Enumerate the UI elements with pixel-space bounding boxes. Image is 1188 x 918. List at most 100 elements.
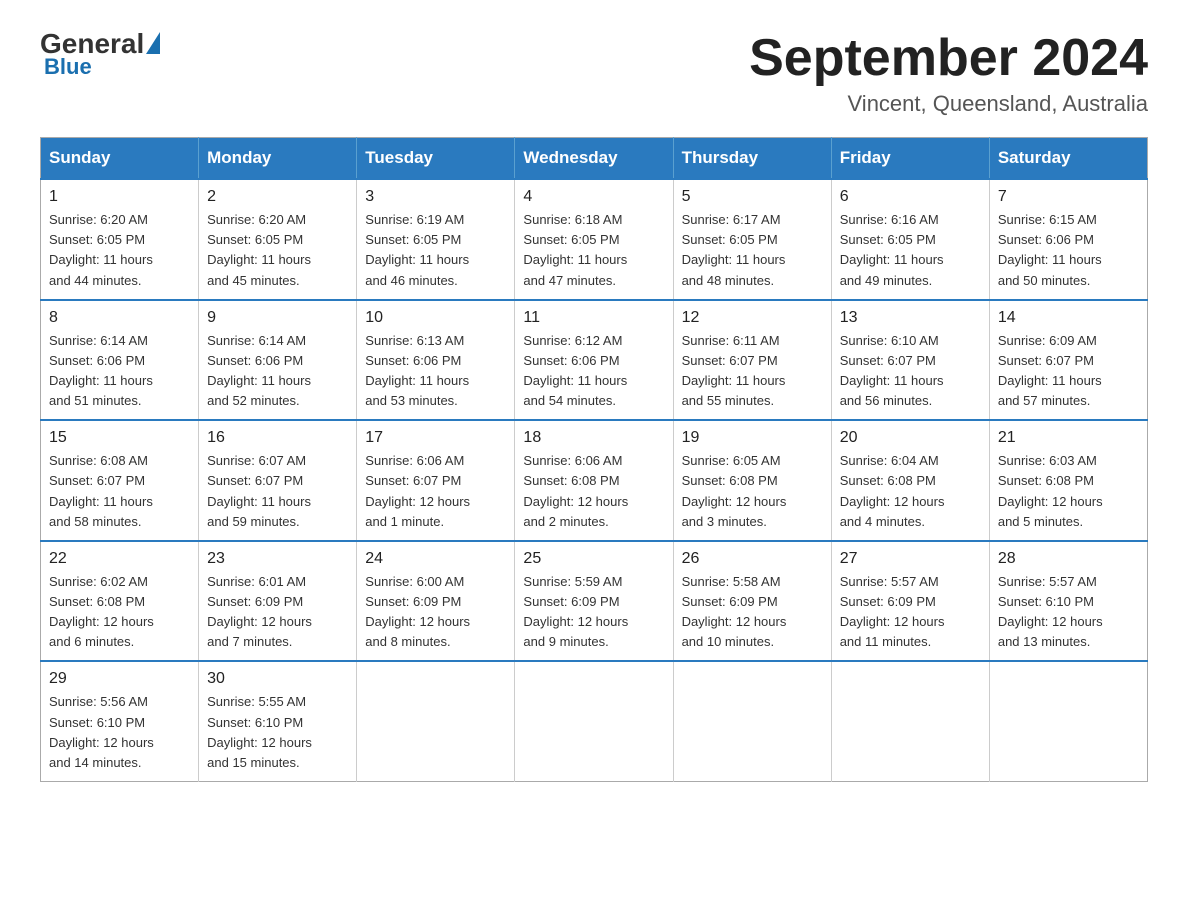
title-area: September 2024 Vincent, Queensland, Aust… — [749, 30, 1148, 117]
day-info: Sunrise: 6:16 AM Sunset: 6:05 PM Dayligh… — [840, 210, 981, 291]
day-info: Sunrise: 6:20 AM Sunset: 6:05 PM Dayligh… — [49, 210, 190, 291]
table-row: 30 Sunrise: 5:55 AM Sunset: 6:10 PM Dayl… — [199, 661, 357, 781]
table-row: 12 Sunrise: 6:11 AM Sunset: 6:07 PM Dayl… — [673, 300, 831, 421]
table-row: 2 Sunrise: 6:20 AM Sunset: 6:05 PM Dayli… — [199, 179, 357, 300]
calendar-row: 29 Sunrise: 5:56 AM Sunset: 6:10 PM Dayl… — [41, 661, 1148, 781]
table-row: 8 Sunrise: 6:14 AM Sunset: 6:06 PM Dayli… — [41, 300, 199, 421]
day-info: Sunrise: 6:15 AM Sunset: 6:06 PM Dayligh… — [998, 210, 1139, 291]
day-info: Sunrise: 6:13 AM Sunset: 6:06 PM Dayligh… — [365, 331, 506, 412]
day-info: Sunrise: 6:14 AM Sunset: 6:06 PM Dayligh… — [207, 331, 348, 412]
day-number: 28 — [998, 550, 1139, 568]
day-number: 12 — [682, 309, 823, 327]
table-row: 7 Sunrise: 6:15 AM Sunset: 6:06 PM Dayli… — [989, 179, 1147, 300]
table-row: 29 Sunrise: 5:56 AM Sunset: 6:10 PM Dayl… — [41, 661, 199, 781]
day-number: 18 — [523, 429, 664, 447]
day-info: Sunrise: 6:20 AM Sunset: 6:05 PM Dayligh… — [207, 210, 348, 291]
table-row: 20 Sunrise: 6:04 AM Sunset: 6:08 PM Dayl… — [831, 420, 989, 541]
table-row: 6 Sunrise: 6:16 AM Sunset: 6:05 PM Dayli… — [831, 179, 989, 300]
day-number: 5 — [682, 188, 823, 206]
table-row: 18 Sunrise: 6:06 AM Sunset: 6:08 PM Dayl… — [515, 420, 673, 541]
col-sunday: Sunday — [41, 138, 199, 180]
logo: General Blue — [40, 30, 162, 80]
table-row: 4 Sunrise: 6:18 AM Sunset: 6:05 PM Dayli… — [515, 179, 673, 300]
table-row: 24 Sunrise: 6:00 AM Sunset: 6:09 PM Dayl… — [357, 541, 515, 662]
col-saturday: Saturday — [989, 138, 1147, 180]
table-row: 16 Sunrise: 6:07 AM Sunset: 6:07 PM Dayl… — [199, 420, 357, 541]
calendar-title: September 2024 — [749, 30, 1148, 87]
table-row: 13 Sunrise: 6:10 AM Sunset: 6:07 PM Dayl… — [831, 300, 989, 421]
day-number: 14 — [998, 309, 1139, 327]
day-number: 2 — [207, 188, 348, 206]
table-row: 23 Sunrise: 6:01 AM Sunset: 6:09 PM Dayl… — [199, 541, 357, 662]
table-row: 25 Sunrise: 5:59 AM Sunset: 6:09 PM Dayl… — [515, 541, 673, 662]
day-number: 23 — [207, 550, 348, 568]
day-info: Sunrise: 6:05 AM Sunset: 6:08 PM Dayligh… — [682, 451, 823, 532]
day-info: Sunrise: 6:01 AM Sunset: 6:09 PM Dayligh… — [207, 572, 348, 653]
page-header: General Blue September 2024 Vincent, Que… — [40, 30, 1148, 117]
logo-blue: Blue — [44, 54, 92, 80]
table-row: 14 Sunrise: 6:09 AM Sunset: 6:07 PM Dayl… — [989, 300, 1147, 421]
table-row: 15 Sunrise: 6:08 AM Sunset: 6:07 PM Dayl… — [41, 420, 199, 541]
day-number: 16 — [207, 429, 348, 447]
day-number: 21 — [998, 429, 1139, 447]
day-number: 30 — [207, 670, 348, 688]
day-info: Sunrise: 5:55 AM Sunset: 6:10 PM Dayligh… — [207, 692, 348, 773]
day-info: Sunrise: 6:03 AM Sunset: 6:08 PM Dayligh… — [998, 451, 1139, 532]
day-info: Sunrise: 6:09 AM Sunset: 6:07 PM Dayligh… — [998, 331, 1139, 412]
table-row: 3 Sunrise: 6:19 AM Sunset: 6:05 PM Dayli… — [357, 179, 515, 300]
table-row — [515, 661, 673, 781]
day-number: 8 — [49, 309, 190, 327]
day-number: 10 — [365, 309, 506, 327]
calendar-row: 8 Sunrise: 6:14 AM Sunset: 6:06 PM Dayli… — [41, 300, 1148, 421]
day-number: 29 — [49, 670, 190, 688]
calendar-row: 15 Sunrise: 6:08 AM Sunset: 6:07 PM Dayl… — [41, 420, 1148, 541]
day-number: 25 — [523, 550, 664, 568]
calendar-table: Sunday Monday Tuesday Wednesday Thursday… — [40, 137, 1148, 782]
table-row: 10 Sunrise: 6:13 AM Sunset: 6:06 PM Dayl… — [357, 300, 515, 421]
day-number: 27 — [840, 550, 981, 568]
day-info: Sunrise: 6:18 AM Sunset: 6:05 PM Dayligh… — [523, 210, 664, 291]
day-number: 4 — [523, 188, 664, 206]
table-row: 5 Sunrise: 6:17 AM Sunset: 6:05 PM Dayli… — [673, 179, 831, 300]
calendar-subtitle: Vincent, Queensland, Australia — [749, 91, 1148, 117]
calendar-row: 1 Sunrise: 6:20 AM Sunset: 6:05 PM Dayli… — [41, 179, 1148, 300]
table-row: 17 Sunrise: 6:06 AM Sunset: 6:07 PM Dayl… — [357, 420, 515, 541]
table-row: 21 Sunrise: 6:03 AM Sunset: 6:08 PM Dayl… — [989, 420, 1147, 541]
day-info: Sunrise: 6:04 AM Sunset: 6:08 PM Dayligh… — [840, 451, 981, 532]
table-row: 19 Sunrise: 6:05 AM Sunset: 6:08 PM Dayl… — [673, 420, 831, 541]
logo-triangle-icon — [146, 32, 160, 54]
day-number: 22 — [49, 550, 190, 568]
table-row: 1 Sunrise: 6:20 AM Sunset: 6:05 PM Dayli… — [41, 179, 199, 300]
day-info: Sunrise: 6:00 AM Sunset: 6:09 PM Dayligh… — [365, 572, 506, 653]
table-row — [673, 661, 831, 781]
day-info: Sunrise: 5:58 AM Sunset: 6:09 PM Dayligh… — [682, 572, 823, 653]
day-info: Sunrise: 6:11 AM Sunset: 6:07 PM Dayligh… — [682, 331, 823, 412]
calendar-row: 22 Sunrise: 6:02 AM Sunset: 6:08 PM Dayl… — [41, 541, 1148, 662]
table-row: 22 Sunrise: 6:02 AM Sunset: 6:08 PM Dayl… — [41, 541, 199, 662]
day-number: 26 — [682, 550, 823, 568]
day-number: 11 — [523, 309, 664, 327]
day-info: Sunrise: 6:06 AM Sunset: 6:07 PM Dayligh… — [365, 451, 506, 532]
day-number: 24 — [365, 550, 506, 568]
day-info: Sunrise: 5:57 AM Sunset: 6:09 PM Dayligh… — [840, 572, 981, 653]
day-info: Sunrise: 6:07 AM Sunset: 6:07 PM Dayligh… — [207, 451, 348, 532]
day-number: 3 — [365, 188, 506, 206]
table-row — [357, 661, 515, 781]
day-number: 17 — [365, 429, 506, 447]
day-number: 15 — [49, 429, 190, 447]
day-number: 19 — [682, 429, 823, 447]
day-info: Sunrise: 6:19 AM Sunset: 6:05 PM Dayligh… — [365, 210, 506, 291]
day-info: Sunrise: 6:02 AM Sunset: 6:08 PM Dayligh… — [49, 572, 190, 653]
col-wednesday: Wednesday — [515, 138, 673, 180]
day-info: Sunrise: 6:08 AM Sunset: 6:07 PM Dayligh… — [49, 451, 190, 532]
day-info: Sunrise: 6:14 AM Sunset: 6:06 PM Dayligh… — [49, 331, 190, 412]
day-number: 6 — [840, 188, 981, 206]
col-friday: Friday — [831, 138, 989, 180]
col-thursday: Thursday — [673, 138, 831, 180]
table-row: 9 Sunrise: 6:14 AM Sunset: 6:06 PM Dayli… — [199, 300, 357, 421]
table-row: 26 Sunrise: 5:58 AM Sunset: 6:09 PM Dayl… — [673, 541, 831, 662]
table-row — [831, 661, 989, 781]
day-info: Sunrise: 6:06 AM Sunset: 6:08 PM Dayligh… — [523, 451, 664, 532]
day-info: Sunrise: 6:10 AM Sunset: 6:07 PM Dayligh… — [840, 331, 981, 412]
day-info: Sunrise: 5:56 AM Sunset: 6:10 PM Dayligh… — [49, 692, 190, 773]
